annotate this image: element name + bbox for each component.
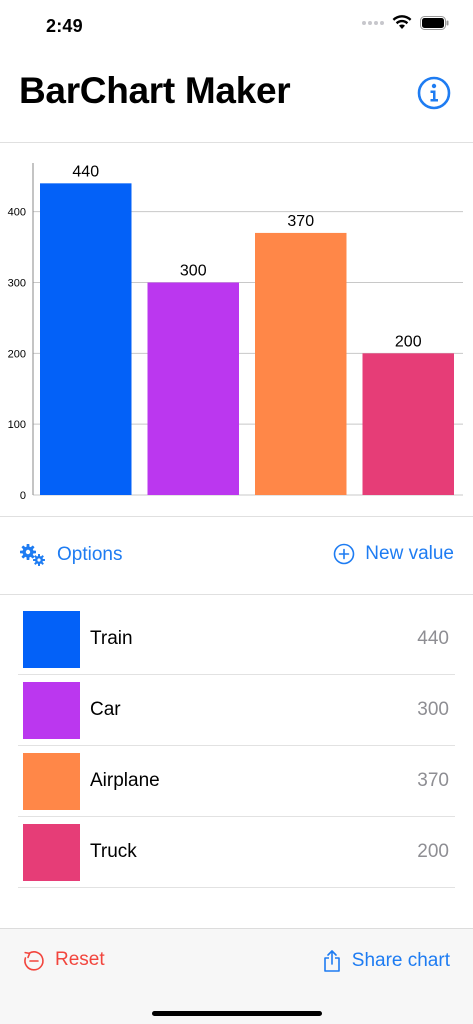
data-label: 370 xyxy=(287,213,314,230)
bar-airplane xyxy=(255,232,347,495)
info-button[interactable] xyxy=(417,76,451,110)
y-tick-label: 200 xyxy=(8,348,26,360)
toolbar-divider xyxy=(0,594,473,595)
item-label: Car xyxy=(90,699,121,720)
share-icon xyxy=(323,950,340,972)
new-value-label: New value xyxy=(365,543,454,564)
bottom-toolbar: Reset Share chart xyxy=(0,928,473,1024)
share-chart-button[interactable]: Share chart xyxy=(322,949,450,973)
item-value: 370 xyxy=(417,770,449,791)
new-value-button[interactable]: New value xyxy=(333,543,454,565)
reset-button[interactable]: Reset xyxy=(23,949,105,971)
list-item[interactable]: Truck 200 xyxy=(18,817,455,888)
data-label: 200 xyxy=(395,333,422,350)
wifi-icon xyxy=(392,15,412,29)
reset-circle-icon xyxy=(24,951,44,971)
reset-label: Reset xyxy=(55,949,105,970)
y-tick-label: 100 xyxy=(8,419,26,431)
color-swatch xyxy=(23,753,80,810)
status-bar: 2:49 xyxy=(0,0,473,50)
status-icons xyxy=(362,15,449,30)
gears-icon xyxy=(20,544,45,566)
bar-chart: 0 100 200 300 400 440 300 370 200 xyxy=(0,143,473,516)
color-swatch xyxy=(23,611,80,668)
y-tick-label: 400 xyxy=(8,207,26,219)
item-value: 300 xyxy=(417,699,449,720)
list-item[interactable]: Airplane 370 xyxy=(18,746,455,817)
chart-toolbar: Options New value xyxy=(0,517,473,594)
bar-chart-canvas: 0 100 200 300 400 440 300 370 200 xyxy=(8,163,463,502)
page-title: BarChart Maker xyxy=(19,70,291,111)
bar-car xyxy=(147,282,239,495)
y-tick-label: 300 xyxy=(8,278,26,290)
color-swatch xyxy=(23,682,80,739)
home-indicator xyxy=(152,1011,322,1016)
options-button[interactable]: Options xyxy=(19,543,122,567)
item-value: 200 xyxy=(417,841,449,862)
data-label: 300 xyxy=(180,263,207,280)
color-swatch xyxy=(23,824,80,881)
y-tick-label: 0 xyxy=(20,490,26,502)
item-value: 440 xyxy=(417,628,449,649)
list-item[interactable]: Train 440 xyxy=(18,604,455,675)
item-label: Train xyxy=(90,628,133,649)
status-time: 2:49 xyxy=(46,16,83,36)
value-list: Train 440 Car 300 Airplane 370 Truck 200 xyxy=(18,604,455,888)
data-label: 440 xyxy=(72,163,99,180)
plus-circle-icon xyxy=(333,543,355,565)
share-chart-label: Share chart xyxy=(351,950,450,971)
list-item[interactable]: Car 300 xyxy=(18,675,455,746)
bar-truck xyxy=(362,353,454,495)
bar-train xyxy=(40,183,132,496)
item-label: Airplane xyxy=(90,770,160,791)
cellular-signal-icon xyxy=(362,20,384,25)
battery-icon xyxy=(420,15,449,30)
options-label: Options xyxy=(57,544,123,565)
item-label: Truck xyxy=(90,841,137,862)
info-circle-icon xyxy=(417,76,451,110)
